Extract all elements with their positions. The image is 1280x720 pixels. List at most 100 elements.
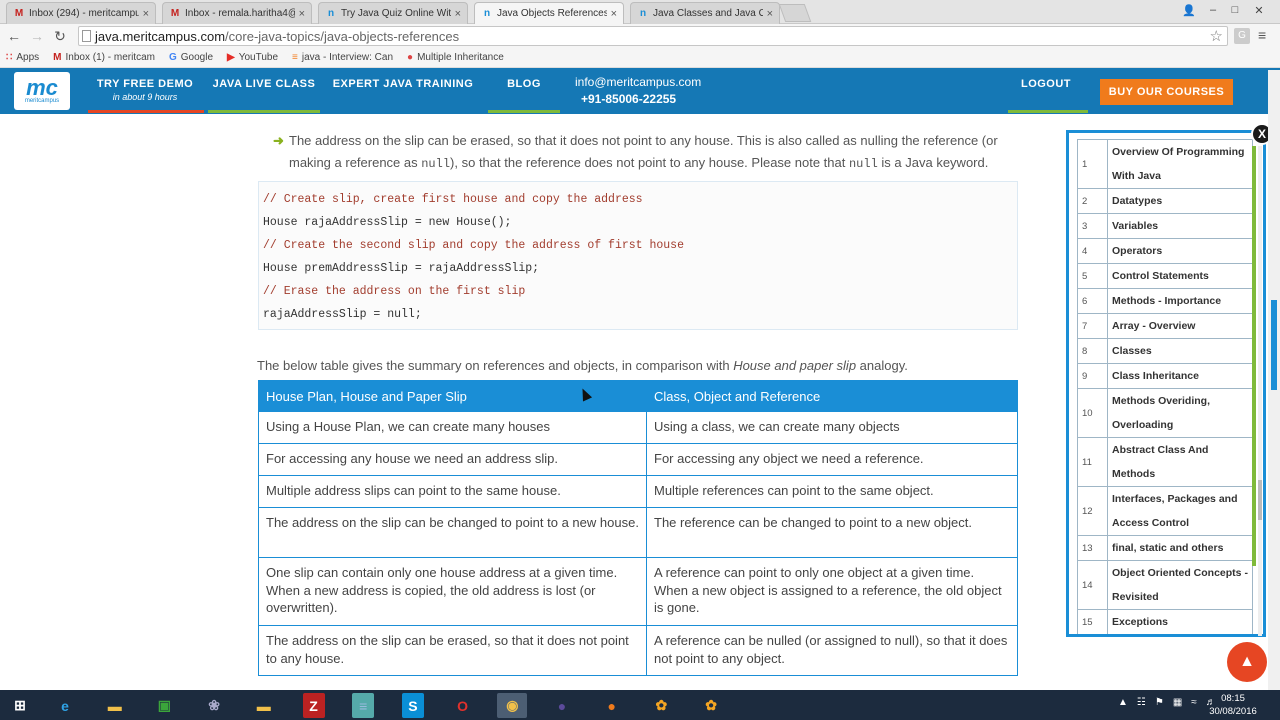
bookmark-item[interactable]: M Inbox (1) - meritcam — [53, 52, 155, 63]
apps-icon: ∷ — [6, 52, 13, 63]
tab-1[interactable]: M Inbox (294) - meritcampu × — [6, 2, 156, 24]
topic-link[interactable]: Datatypes — [1107, 188, 1253, 214]
bookmark-item[interactable]: ▶ YouTube — [227, 52, 278, 63]
tab-5[interactable]: n Java Classes and Java Obj × — [630, 2, 780, 24]
bookmark-item[interactable]: G Google — [169, 52, 213, 63]
tab-3[interactable]: n Try Java Quiz Online With × — [318, 2, 468, 24]
user-icon[interactable]: 👤 — [1180, 2, 1198, 18]
paint-icon[interactable]: ❀ — [199, 693, 229, 718]
sidebar-topic-5[interactable]: 5 Control Statements — [1077, 263, 1253, 289]
sidebar-topic-9[interactable]: 9 Class Inheritance — [1077, 363, 1253, 389]
meritcampus-icon: n — [639, 8, 647, 19]
tab-2[interactable]: M Inbox - remala.haritha4@ × — [162, 2, 312, 24]
skype-icon[interactable]: S — [401, 693, 424, 718]
tab-close-icon[interactable]: × — [299, 8, 305, 20]
topic-link[interactable]: Abstract Class And Methods — [1107, 437, 1253, 487]
topic-link[interactable]: Interfaces, Packages and Access Control — [1107, 486, 1253, 536]
table-row: One slip can contain only one house addr… — [258, 557, 1018, 626]
bookmark-item[interactable]: ∷ Apps — [6, 52, 39, 63]
nav-java-live-class[interactable]: JAVA LIVE CLASS — [212, 68, 316, 114]
notepad-icon[interactable]: ≡ — [352, 693, 375, 718]
topic-number: 13 — [1077, 535, 1108, 561]
topic-link[interactable]: Class Inheritance — [1107, 363, 1253, 389]
sidebar-topic-8[interactable]: 8 Classes — [1077, 338, 1253, 364]
bookmark-item[interactable]: ≡ java - Interview: Can — [292, 52, 393, 63]
flower-icon[interactable]: ✿ — [696, 693, 726, 718]
bookmark-star-icon[interactable]: ☆ — [1210, 27, 1223, 45]
topic-link[interactable]: Methods - Importance — [1107, 288, 1253, 314]
topic-link[interactable]: Overview Of Programming With Java — [1107, 139, 1253, 189]
taskbar-clock[interactable]: 08:15 30/08/2016 — [1205, 692, 1261, 718]
topic-link[interactable]: Control Statements — [1107, 263, 1253, 289]
sidebar-topic-16[interactable]: 16Multithreaded Programming — [1078, 635, 1253, 638]
flower-icon[interactable]: ✿ — [646, 693, 676, 718]
sidebar-topic-10[interactable]: 10 Methods Overiding, Overloading — [1077, 388, 1253, 438]
topic-link[interactable]: Object Oriented Concepts - Revisited — [1107, 560, 1253, 610]
topic-link[interactable]: Exceptions — [1107, 609, 1253, 634]
sidebar-scrollbar[interactable] — [1258, 146, 1262, 636]
sidebar-topic-11[interactable]: 11 Abstract Class And Methods — [1077, 437, 1253, 487]
page-scroll-thumb[interactable] — [1271, 300, 1277, 390]
address-bar[interactable]: java.meritcampus.com/core-java-topics/ja… — [78, 26, 1228, 46]
nav-try-free-demo[interactable]: TRY FREE DEMO in about 9 hours — [92, 68, 198, 114]
topic-link[interactable]: final, static and others — [1107, 535, 1253, 561]
bookmark-item[interactable]: ● Multiple Inheritance — [407, 52, 504, 63]
buy-courses-button[interactable]: BUY OUR COURSES — [1100, 79, 1233, 105]
intro-emphasis: House and paper slip — [733, 358, 857, 373]
table-cell: A reference can point to only one object… — [646, 557, 1018, 626]
eclipse-icon[interactable]: ● — [547, 693, 577, 718]
sidebar-topic-12[interactable]: 12 Interfaces, Packages and Access Contro… — [1077, 486, 1253, 536]
maximize-button[interactable]: □ — [1226, 2, 1244, 18]
folder-icon[interactable]: ▬ — [249, 693, 279, 718]
topic-link[interactable]: Operators — [1107, 238, 1253, 264]
back-icon[interactable]: ← — [5, 27, 23, 45]
topic-link[interactable]: Methods Overiding, Overloading — [1107, 388, 1253, 438]
tab-4[interactable]: n Java Objects References × — [474, 2, 624, 24]
tab-close-icon[interactable]: × — [143, 8, 149, 20]
chrome-icon[interactable]: ◉ — [497, 693, 528, 718]
keyword-null: null — [421, 157, 451, 171]
store-icon[interactable]: ▣ — [149, 693, 179, 718]
topic-link[interactable]: Array - Overview — [1107, 313, 1253, 339]
contact-email[interactable]: info@meritcampus.com — [575, 74, 701, 91]
topic-link[interactable]: Variables — [1107, 213, 1253, 239]
reload-icon[interactable]: ↻ — [51, 27, 69, 45]
tab-close-icon[interactable]: × — [611, 8, 617, 20]
sidebar-topic-15[interactable]: 15 Exceptions — [1077, 609, 1253, 634]
minimize-button[interactable]: – — [1204, 2, 1222, 18]
close-window-button[interactable]: ✕ — [1250, 2, 1268, 18]
firefox-icon[interactable]: ● — [597, 693, 627, 718]
sidebar-topic-6[interactable]: 6 Methods - Importance — [1077, 288, 1253, 314]
sidebar-topic-2[interactable]: 2 Datatypes — [1077, 188, 1253, 214]
forward-icon[interactable]: → — [28, 27, 46, 45]
sidebar-topic-3[interactable]: 3 Variables — [1077, 213, 1253, 239]
tab-close-icon[interactable]: × — [455, 8, 461, 20]
filezilla-icon[interactable]: Z — [302, 693, 325, 718]
logout-link[interactable]: LOGOUT — [1012, 68, 1080, 114]
flag-icon[interactable]: ⚑ — [1155, 697, 1164, 708]
sidebar-topic-4[interactable]: 4 Operators — [1077, 238, 1253, 264]
sidebar-topic-1[interactable]: 1 Overview Of Programming With Java — [1077, 139, 1253, 189]
topic-link[interactable]: Classes — [1107, 338, 1253, 364]
windows-icon[interactable]: ⊞ — [5, 693, 35, 718]
tray-arrow-icon[interactable]: ▲ — [1118, 697, 1128, 708]
network-icon[interactable]: ☷ — [1137, 697, 1146, 708]
extension-icon[interactable]: G — [1234, 28, 1250, 44]
menu-icon[interactable]: ≡ — [1258, 27, 1266, 43]
sidebar-topic-7[interactable]: 7 Array - Overview — [1077, 313, 1253, 339]
sidebar-topic-14[interactable]: 14 Object Oriented Concepts - Revisited — [1077, 560, 1253, 610]
sidebar-scroll-thumb[interactable] — [1258, 480, 1262, 520]
nav-expert-java-training[interactable]: EXPERT JAVA TRAINING — [332, 68, 474, 114]
scroll-to-top-button[interactable]: ▲ — [1227, 642, 1267, 682]
sidebar-topic-13[interactable]: 13 final, static and others — [1077, 535, 1253, 561]
tab-close-icon[interactable]: × — [767, 8, 773, 20]
meritcampus-logo[interactable]: mc meritcampus — [14, 72, 70, 110]
table-row: The address on the slip can be changed t… — [258, 507, 1018, 558]
opera-icon[interactable]: O — [448, 693, 478, 718]
folder-icon[interactable]: ▬ — [100, 693, 130, 718]
wifi-icon[interactable]: ≈ — [1191, 697, 1197, 708]
internet-explorer-icon[interactable]: e — [50, 693, 80, 718]
nav-blog[interactable]: BLOG — [492, 68, 556, 114]
display-icon[interactable]: ▦ — [1173, 697, 1182, 708]
topic-link[interactable]: Multithreaded Programming — [1108, 635, 1253, 638]
